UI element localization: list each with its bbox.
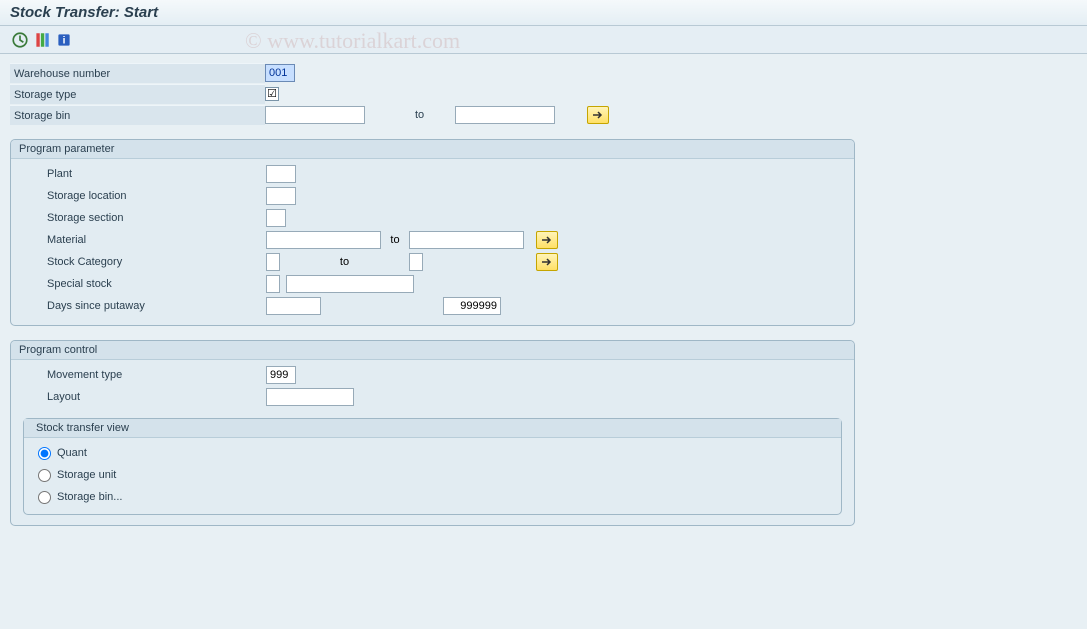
- storage-bin-label: Storage bin: [10, 105, 265, 125]
- radio-storage-unit-label: Storage unit: [57, 469, 116, 481]
- radio-storage-unit-input[interactable]: [38, 469, 51, 482]
- to-label: to: [415, 109, 455, 121]
- storage-bin-from-input[interactable]: [265, 106, 365, 124]
- plant-label: Plant: [19, 164, 266, 184]
- storage-location-label: Storage location: [19, 186, 266, 206]
- days-from-input[interactable]: [266, 297, 321, 315]
- stock-category-from-input[interactable]: [266, 253, 280, 271]
- days-since-putaway-label: Days since putaway: [19, 296, 266, 316]
- storage-location-input[interactable]: [266, 187, 296, 205]
- layout-input[interactable]: [266, 388, 354, 406]
- storage-bin-to-input[interactable]: [455, 106, 555, 124]
- stock-category-to-input[interactable]: [409, 253, 423, 271]
- variant-button[interactable]: [32, 30, 52, 50]
- radio-storage-bin-label: Storage bin...: [57, 491, 122, 503]
- stock-transfer-view-group: Stock transfer view Quant Storage unit S…: [23, 418, 842, 515]
- program-control-title: Program control: [11, 341, 854, 360]
- storage-section-input[interactable]: [266, 209, 286, 227]
- special-stock-code-input[interactable]: [266, 275, 280, 293]
- program-control-group: Program control Movement type Layout Sto…: [10, 340, 855, 526]
- special-stock-label: Special stock: [19, 274, 266, 294]
- program-parameter-group: Program parameter Plant Storage location…: [10, 139, 855, 326]
- storage-type-checkbox[interactable]: ☑: [265, 87, 279, 101]
- material-label: Material: [19, 230, 266, 250]
- material-to-input[interactable]: [409, 231, 524, 249]
- to-label: to: [381, 234, 409, 246]
- radio-storage-unit[interactable]: Storage unit: [24, 464, 841, 486]
- material-multiselect-button[interactable]: [536, 231, 558, 249]
- storage-section-label: Storage section: [19, 208, 266, 228]
- storage-bin-multiselect-button[interactable]: [587, 106, 609, 124]
- main-content: Warehouse number Storage type ☑ Storage …: [0, 54, 1087, 534]
- special-stock-value-input[interactable]: [286, 275, 414, 293]
- stock-transfer-view-title: Stock transfer view: [24, 419, 841, 438]
- warehouse-number-input[interactable]: [265, 64, 295, 82]
- movement-type-label: Movement type: [19, 365, 266, 385]
- to-label: to: [280, 256, 409, 268]
- toolbar: i: [0, 26, 1087, 54]
- info-button[interactable]: i: [54, 30, 74, 50]
- radio-storage-bin-input[interactable]: [38, 491, 51, 504]
- radio-storage-bin[interactable]: Storage bin...: [24, 486, 841, 508]
- stock-category-multiselect-button[interactable]: [536, 253, 558, 271]
- radio-quant[interactable]: Quant: [24, 442, 841, 464]
- warehouse-number-label: Warehouse number: [10, 63, 265, 83]
- days-to-input[interactable]: [443, 297, 501, 315]
- svg-text:i: i: [63, 35, 66, 46]
- program-parameter-title: Program parameter: [11, 140, 854, 159]
- plant-input[interactable]: [266, 165, 296, 183]
- radio-quant-input[interactable]: [38, 447, 51, 460]
- page-title: Stock Transfer: Start: [0, 0, 1087, 26]
- material-from-input[interactable]: [266, 231, 381, 249]
- storage-type-label: Storage type: [10, 84, 265, 104]
- stock-category-label: Stock Category: [19, 252, 266, 272]
- layout-label: Layout: [19, 387, 266, 407]
- execute-button[interactable]: [10, 30, 30, 50]
- radio-quant-label: Quant: [57, 447, 87, 459]
- movement-type-input[interactable]: [266, 366, 296, 384]
